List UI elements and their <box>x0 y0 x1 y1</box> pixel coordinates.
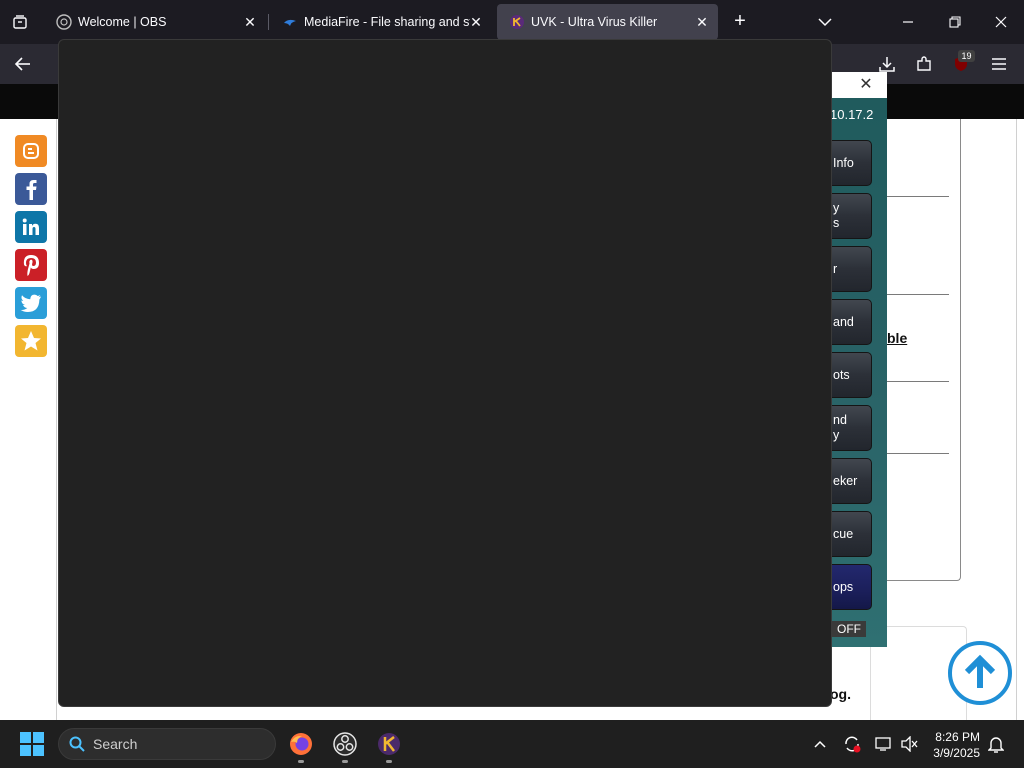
uvk-button-label: Info <box>833 155 854 170</box>
uvk-button-label: nd <box>833 413 847 427</box>
uvk-button-label: y <box>833 201 840 215</box>
blogger-share-icon[interactable] <box>15 135 47 167</box>
close-icon[interactable]: ✕ <box>858 75 874 93</box>
uvk-button-label: r <box>833 261 838 276</box>
scroll-to-top-button[interactable] <box>948 641 1012 705</box>
obs-favicon-icon <box>56 14 72 30</box>
chevron-down-icon[interactable] <box>814 12 836 32</box>
running-indicator <box>386 760 392 763</box>
extensions-puzzle-icon[interactable] <box>911 52 937 76</box>
favorite-star-icon[interactable] <box>15 325 47 357</box>
divider <box>887 196 949 197</box>
tab-uvk[interactable]: UVK - Ultra Virus Killer ✕ <box>497 4 718 40</box>
dark-overlay-window <box>58 39 832 707</box>
divider <box>887 453 949 454</box>
divider <box>887 381 949 382</box>
close-tab-icon[interactable]: ✕ <box>694 14 710 30</box>
obs-icon[interactable] <box>329 728 361 760</box>
minimize-icon[interactable] <box>893 8 923 36</box>
partial-link[interactable]: ble <box>887 330 907 346</box>
uvk-button-label: ots <box>833 367 850 382</box>
arrow-up-icon <box>964 654 996 688</box>
taskbar-search-box[interactable]: Search <box>58 728 276 760</box>
close-window-icon[interactable] <box>986 8 1016 36</box>
hamburger-menu-icon[interactable] <box>986 52 1012 76</box>
divider <box>887 294 949 295</box>
uvk-taskbar-icon[interactable] <box>373 728 405 760</box>
facebook-share-icon[interactable] <box>15 173 47 205</box>
page-border <box>1016 119 1017 720</box>
tab-mediafire[interactable]: MediaFire - File sharing and sto ✕ <box>270 4 492 40</box>
tab-overview-icon[interactable] <box>6 8 34 36</box>
uvk-button-label: y <box>833 428 840 442</box>
uvk-button-label: cue <box>833 526 854 541</box>
uvk-toggle[interactable]: OFF <box>832 621 866 637</box>
uvk-button-label: ops <box>833 579 854 594</box>
new-tab-plus-icon[interactable]: + <box>728 10 752 34</box>
tab-title: MediaFire - File sharing and sto <box>304 15 470 29</box>
tab-divider <box>268 14 269 30</box>
uvk-button-label: eker <box>833 473 858 488</box>
firefox-icon[interactable] <box>285 728 317 760</box>
partial-text: og. <box>830 686 851 702</box>
running-indicator <box>342 760 348 763</box>
linkedin-share-icon[interactable] <box>15 211 47 243</box>
tab-title: Welcome | OBS <box>78 15 167 29</box>
uvk-version: 10.17.2 <box>830 107 874 122</box>
search-icon <box>69 736 85 752</box>
uvk-button-label: and <box>833 314 854 329</box>
close-tab-icon[interactable]: ✕ <box>468 14 484 30</box>
restore-icon[interactable] <box>940 8 970 36</box>
system-clock[interactable]: 8:26 PM 3/9/2025 <box>924 729 980 761</box>
tab-title: UVK - Ultra Virus Killer <box>531 15 658 29</box>
notification-bell-icon[interactable] <box>986 734 1006 754</box>
network-icon[interactable] <box>874 734 894 754</box>
sync-alert-icon[interactable] <box>842 734 862 754</box>
windows-start-icon[interactable] <box>20 732 44 756</box>
twitter-share-icon[interactable] <box>15 287 47 319</box>
ublock-count-badge: 19 <box>958 50 975 62</box>
volume-muted-icon[interactable] <box>900 734 920 754</box>
clock-date: 3/9/2025 <box>933 746 980 760</box>
clock-time: 8:26 PM <box>935 730 980 744</box>
search-placeholder: Search <box>93 736 138 752</box>
running-indicator <box>298 760 304 763</box>
tab-obs[interactable]: Welcome | OBS ✕ <box>44 4 266 40</box>
taskbar: Search 8:26 PM 3/9/2025 <box>0 720 1024 768</box>
uvk-button-label: s <box>833 216 840 230</box>
close-tab-icon[interactable]: ✕ <box>242 14 258 30</box>
tab-bar: Welcome | OBS ✕ MediaFire - File sharing… <box>0 0 1024 44</box>
pinterest-share-icon[interactable] <box>15 249 47 281</box>
back-arrow-icon[interactable] <box>10 52 36 76</box>
mediafire-favicon-icon <box>282 14 298 30</box>
chevron-up-icon[interactable] <box>810 734 830 754</box>
page-border <box>56 119 57 720</box>
uvk-favicon-icon <box>509 14 525 30</box>
